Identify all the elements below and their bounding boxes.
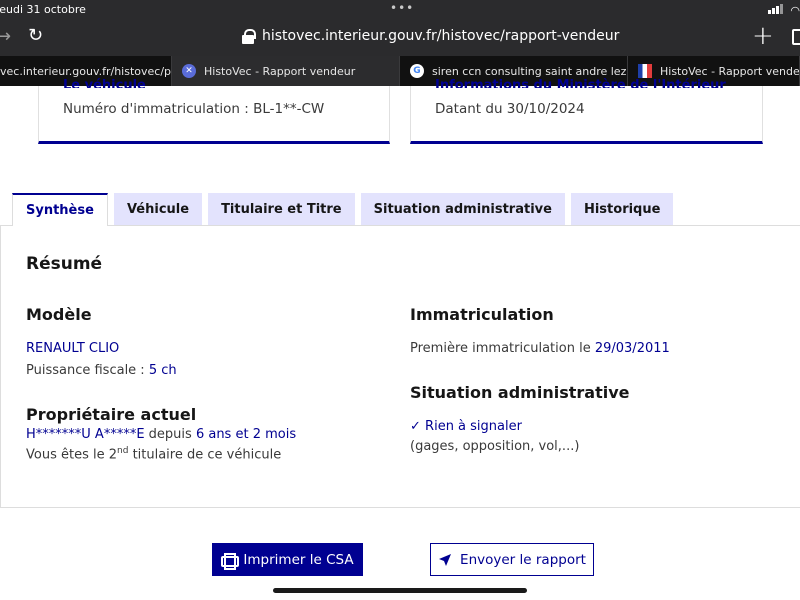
registration-number: Numéro d'immatriculation : BL-1**-CW bbox=[63, 101, 325, 117]
first-registration: Première immatriculation le 29/03/2011 bbox=[410, 341, 670, 356]
tab-vehicule[interactable]: Véhicule bbox=[113, 193, 203, 225]
tab-synthese[interactable]: Synthèse bbox=[12, 193, 108, 226]
multitask-dots-icon[interactable]: ••• bbox=[390, 1, 414, 15]
puissance-label: Puissance fiscale : bbox=[26, 363, 145, 378]
signal-icon bbox=[768, 4, 784, 17]
url-text: histovec.interieur.gouv.fr/histovec/rapp… bbox=[262, 28, 620, 44]
owner-duration: 6 ans et 2 mois bbox=[195, 427, 297, 442]
first-registration-label: Première immatriculation le bbox=[410, 341, 591, 356]
model-name: RENAULT CLIO bbox=[26, 341, 120, 356]
proprietaire-heading: Propriétaire actuel bbox=[26, 405, 197, 424]
synthese-panel: Résumé Modèle RENAULT CLIO Puissance fis… bbox=[0, 225, 800, 508]
page-content: Le véhicule Numéro d'immatriculation : B… bbox=[0, 78, 800, 600]
lock-icon bbox=[242, 29, 256, 44]
owner-rank-suffix: titulaire de ce véhicule bbox=[132, 447, 282, 463]
situation-status-text: Rien à signaler bbox=[425, 419, 522, 434]
immatriculation-heading: Immatriculation bbox=[410, 305, 554, 324]
status-bar: Jeudi 31 octobre ••• ◠ bbox=[0, 0, 800, 20]
report-tabs: Synthèse Véhicule Titulaire et Titre Sit… bbox=[12, 193, 674, 226]
puissance-value: 5 ch bbox=[148, 363, 177, 378]
tab-titulaire-titre[interactable]: Titulaire et Titre bbox=[208, 193, 355, 225]
print-label: Imprimer le CSA bbox=[243, 551, 354, 568]
situation-heading: Situation administrative bbox=[410, 383, 630, 402]
reload-icon[interactable]: ↻ bbox=[28, 25, 43, 46]
address-bar[interactable]: histovec.interieur.gouv.fr/histovec/rapp… bbox=[242, 28, 619, 44]
browser-toolbar: → ↻ histovec.interieur.gouv.fr/histovec/… bbox=[0, 20, 800, 56]
wifi-icon: ◠ bbox=[790, 4, 800, 17]
new-tab-plus-icon[interactable]: + bbox=[752, 21, 774, 51]
back-arrow-icon[interactable]: → bbox=[0, 26, 11, 47]
situation-status: ✓ Rien à signaler bbox=[410, 419, 522, 434]
browser-tab-title: HistoVec - Rapport vendeur bbox=[660, 64, 800, 78]
printer-icon bbox=[221, 553, 240, 570]
owner-line: H*******U A*****E depuis 6 ans et 2 mois bbox=[26, 427, 296, 442]
section-title: Résumé bbox=[26, 254, 103, 274]
owner-depuis: depuis bbox=[148, 427, 192, 442]
modele-heading: Modèle bbox=[26, 305, 92, 324]
home-indicator[interactable] bbox=[273, 588, 527, 593]
send-report-button[interactable]: Envoyer le rapport bbox=[430, 543, 594, 576]
tab-historique[interactable]: Historique bbox=[570, 193, 674, 225]
owner-rank-prefix: Vous êtes le 2 bbox=[26, 447, 117, 463]
vehicle-info-card: Le véhicule Numéro d'immatriculation : B… bbox=[38, 78, 390, 144]
print-csa-button[interactable]: Imprimer le CSA bbox=[212, 543, 363, 576]
card-heading: Le véhicule bbox=[63, 78, 146, 88]
marianne-favicon-icon bbox=[638, 64, 652, 78]
situation-details: (gages, opposition, vol,...) bbox=[410, 439, 580, 454]
ministry-info-card: Informations du Ministère de l'Intérieur… bbox=[410, 78, 763, 144]
tab-overview-icon[interactable] bbox=[792, 29, 800, 45]
owner-rank-sup: nd bbox=[117, 446, 129, 456]
status-time: Jeudi 31 octobre bbox=[0, 3, 86, 16]
check-icon: ✓ bbox=[410, 419, 421, 434]
browser-tab-title: vec.interieur.gouv.fr/histovec/propri... bbox=[0, 64, 172, 78]
first-registration-date: 29/03/2011 bbox=[594, 341, 670, 356]
browser-tab-active[interactable]: ✕ HistoVec - Rapport vendeur bbox=[172, 56, 400, 86]
owner-rank: Vous êtes le 2nd titulaire de ce véhicul… bbox=[26, 446, 281, 462]
card-heading: Informations du Ministère de l'Intérieur bbox=[435, 78, 726, 88]
tab-situation-administrative[interactable]: Situation administrative bbox=[360, 193, 565, 225]
browser-tab-title: siren ccn consulting saint andre lez lil… bbox=[432, 64, 627, 78]
close-tab-icon[interactable]: ✕ bbox=[182, 64, 196, 78]
send-icon bbox=[439, 553, 452, 566]
puissance-fiscale: Puissance fiscale : 5 ch bbox=[26, 363, 177, 378]
owner-name: H*******U A*****E bbox=[26, 427, 145, 442]
status-indicators: ◠ bbox=[768, 4, 800, 17]
browser-tab-title: HistoVec - Rapport vendeur bbox=[204, 64, 356, 78]
google-favicon-icon: G bbox=[410, 64, 424, 78]
send-label: Envoyer le rapport bbox=[460, 551, 586, 568]
data-date: Datant du 30/10/2024 bbox=[435, 101, 585, 117]
